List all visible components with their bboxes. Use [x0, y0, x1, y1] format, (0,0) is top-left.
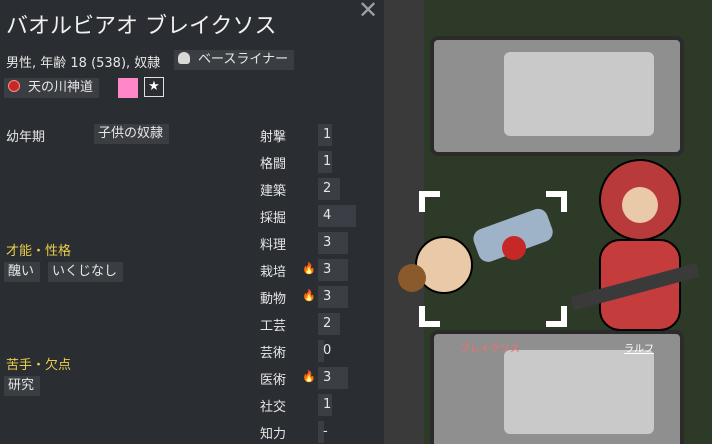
skull-icon [178, 52, 190, 64]
selected-pawn-label: ブレイクソス [460, 344, 520, 355]
skill-level: 2 [323, 316, 332, 331]
skill-level: 1 [323, 154, 332, 169]
pawn-basic-info: 男性, 年齢 18 (538), 奴隷 [6, 56, 161, 71]
close-icon[interactable]: ✕ [358, 0, 378, 24]
skill-name: 格闘 [260, 157, 287, 172]
pawn-name: バオルビアオ ブレイクソス [6, 14, 277, 39]
skill-name: 工芸 [260, 319, 287, 334]
passion-flame-icon: 🔥 [302, 262, 316, 275]
skill-name: 動物 [260, 292, 287, 307]
backstory-label: 幼年期 [6, 130, 46, 145]
skill-name: 建築 [260, 184, 287, 199]
incapable-header: 苦手・欠点 [6, 358, 72, 373]
skill-level: 3 [323, 370, 332, 385]
map-view[interactable]: ブレイクソス ラルフ [384, 0, 712, 444]
passion-flame-icon: 🔥 [302, 370, 316, 383]
skill-level: 1 [323, 127, 332, 142]
skill-level: 3 [323, 289, 332, 304]
ideology-icon [8, 80, 20, 92]
pawn-info-panel: バオルビアオ ブレイクソス ✕ 男性, 年齢 18 (538), 奴隷 ベースラ… [0, 0, 384, 444]
passion-flame-icon: 🔥 [302, 289, 316, 302]
skill-name: 社交 [260, 400, 287, 415]
xenotype-tag[interactable]: ベースライナー [174, 50, 295, 70]
skill-level: - [323, 424, 328, 439]
skill-name: 知力 [260, 427, 287, 442]
favor-star-icon[interactable]: ★ [144, 77, 164, 97]
skill-level: 4 [323, 208, 332, 223]
skill-level: 3 [323, 262, 332, 277]
skill-name: 料理 [260, 238, 287, 253]
traits-header: 才能・性格 [6, 244, 72, 259]
map-overlay [398, 159, 700, 331]
xenotype-label: ベースライナー [198, 52, 289, 67]
skill-name: 射撃 [260, 130, 287, 145]
backstory-tag[interactable]: 子供の奴隷 [94, 124, 170, 144]
incapable-tag[interactable]: 研究 [4, 376, 41, 396]
skill-name: 芸術 [260, 346, 287, 361]
skill-name: 栽培 [260, 265, 287, 280]
other-pawn-label: ラルフ [624, 344, 654, 355]
skill-level: 1 [323, 397, 332, 412]
trait-tag[interactable]: いくじなし [48, 262, 124, 282]
skill-level: 3 [323, 235, 332, 250]
skill-name: 医術 [260, 373, 287, 388]
favorite-color-swatch[interactable] [118, 78, 138, 98]
downed-pawn [398, 208, 553, 294]
skill-level: 2 [323, 181, 332, 196]
trait-tag[interactable]: 醜い [4, 262, 41, 282]
skill-name: 採掘 [260, 211, 287, 226]
ideology-label: 天の川神道 [28, 80, 94, 95]
skill-level: 0 [323, 343, 332, 358]
ideology-tag[interactable]: 天の川神道 [4, 78, 100, 98]
other-pawn [570, 159, 700, 331]
